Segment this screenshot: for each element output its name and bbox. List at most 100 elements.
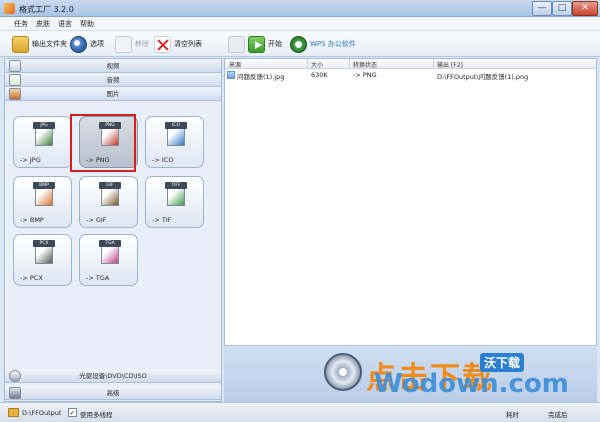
header-output[interactable]: 输出 [F2] xyxy=(437,60,463,69)
tile-label: -> JPG xyxy=(20,156,41,164)
tile-to-ico[interactable]: ICO -> ICO xyxy=(145,116,204,168)
header-status[interactable]: 转换状态 xyxy=(353,60,377,69)
tile-to-tga[interactable]: TGA -> TGA xyxy=(79,234,138,286)
video-icon xyxy=(9,60,21,72)
status-bar: D:\FFOutput ✓ 使用多线程 耗时 完成后 xyxy=(0,402,600,422)
menu-language[interactable]: 语言 xyxy=(58,19,72,29)
clear-icon xyxy=(154,35,171,53)
tile-label: -> BMP xyxy=(20,216,44,224)
tile-to-bmp[interactable]: BMP -> BMP xyxy=(13,176,72,228)
remove-icon xyxy=(115,35,132,53)
category-advanced[interactable]: 高级 xyxy=(5,386,221,400)
tile-label: -> ICO xyxy=(152,156,174,164)
elapsed-label: 耗时 xyxy=(506,411,519,419)
download-banner[interactable]: 点击下载 Wodown.com 沃下载 xyxy=(224,347,597,402)
menu-help[interactable]: 帮助 xyxy=(80,19,94,29)
disc-icon xyxy=(9,370,21,382)
column-divider[interactable] xyxy=(307,59,308,69)
pcx-file-icon: PCX xyxy=(31,240,57,266)
task-source: 问题反馈(1).jpg xyxy=(237,73,285,81)
column-divider[interactable] xyxy=(433,59,434,69)
window-title: 格式工厂 3.2.0 xyxy=(19,5,74,14)
tif-file-icon: TIFF xyxy=(163,182,189,208)
category-panel: 视频 音频 图片 光驱设备\DVD\CD\ISO 高级 xyxy=(4,58,222,402)
tile-label: -> TGA xyxy=(86,274,110,282)
wps-icon xyxy=(290,35,307,53)
folder-icon xyxy=(12,35,29,53)
format-badge: ICO xyxy=(165,122,187,129)
after-done-label[interactable]: 完成后 xyxy=(548,409,568,419)
minimize-button[interactable]: — xyxy=(532,1,552,16)
banner-logo: 沃下载 xyxy=(480,353,525,372)
header-source[interactable]: 来源 xyxy=(229,60,241,69)
tile-to-pcx[interactable]: PCX -> PCX xyxy=(13,234,72,286)
tile-to-tif[interactable]: TIFF -> TIF xyxy=(145,176,204,228)
remove-button[interactable]: 移除 xyxy=(115,34,149,54)
image-icon xyxy=(9,88,21,100)
file-picture xyxy=(167,128,185,146)
image-file-icon xyxy=(227,71,235,79)
remove-label: 移除 xyxy=(135,40,149,48)
tile-to-jpg[interactable]: JPG -> JPG xyxy=(13,116,72,168)
format-badge: TIFF xyxy=(165,182,187,189)
ico-file-icon: ICO xyxy=(163,122,189,148)
column-divider[interactable] xyxy=(349,59,350,69)
app-icon xyxy=(4,3,15,14)
gif-file-icon: GIF xyxy=(97,182,123,208)
task-size: 630K xyxy=(311,71,328,79)
bmp-file-icon: BMP xyxy=(31,182,57,208)
toolbox-icon xyxy=(9,387,21,399)
start-button[interactable]: 开始 xyxy=(248,34,282,54)
menu-task[interactable]: 任务 xyxy=(14,19,28,29)
folder-icon xyxy=(8,408,19,417)
category-audio[interactable]: 音频 xyxy=(5,73,221,87)
category-video[interactable]: 视频 xyxy=(5,59,221,73)
options-icon xyxy=(70,35,87,53)
wps-button[interactable]: WPS 办公软件 xyxy=(290,34,356,54)
file-picture xyxy=(101,246,119,264)
output-path[interactable]: D:\FFOutput xyxy=(22,409,61,417)
jpg-file-icon: JPG xyxy=(31,122,57,148)
stop-icon xyxy=(228,35,245,53)
maximize-button[interactable]: □ xyxy=(552,1,572,16)
format-badge: TGA xyxy=(99,240,121,247)
category-rom[interactable]: 光驱设备\DVD\CD\ISO xyxy=(5,369,221,383)
task-output: D:\FFOutput\问题反馈(1).png xyxy=(437,73,529,81)
wps-label: WPS 办公软件 xyxy=(310,40,356,48)
disc-logo-icon xyxy=(324,353,362,391)
format-badge: JPG xyxy=(33,122,55,129)
audio-icon xyxy=(9,74,21,86)
file-picture xyxy=(167,188,185,206)
options-label: 选项 xyxy=(90,40,104,48)
toolbar: 输出文件夹 选项 移除 清空列表 停止 开始 WPS 办公软件 xyxy=(0,31,600,57)
file-picture xyxy=(35,188,53,206)
close-button[interactable]: ✕ xyxy=(572,1,598,16)
tile-to-gif[interactable]: GIF -> GIF xyxy=(79,176,138,228)
task-row[interactable]: 问题反馈(1).jpg 630K -> PNG D:\FFOutput\问题反馈… xyxy=(225,70,596,81)
start-label: 开始 xyxy=(268,40,282,48)
clear-list-button[interactable]: 清空列表 xyxy=(154,34,202,54)
multithread-checkbox[interactable]: ✓ xyxy=(68,408,77,417)
file-picture xyxy=(35,128,53,146)
menu-bar: 任务 皮肤 语言 帮助 xyxy=(0,17,600,31)
category-advanced-label: 高级 xyxy=(106,389,120,397)
output-folder-button[interactable]: 输出文件夹 xyxy=(12,34,67,54)
format-badge: PCX xyxy=(33,240,55,247)
category-image[interactable]: 图片 xyxy=(5,87,221,101)
selection-highlight xyxy=(70,114,136,172)
tile-label: -> PCX xyxy=(20,274,43,282)
task-list[interactable]: 来源 大小 转换状态 输出 [F2] 问题反馈(1).jpg 630K -> P… xyxy=(224,58,597,346)
tile-label: -> TIF xyxy=(152,216,172,224)
menu-skin[interactable]: 皮肤 xyxy=(36,19,50,29)
format-badge: BMP xyxy=(33,182,55,189)
format-badge: GIF xyxy=(99,182,121,189)
category-rom-label: 光驱设备\DVD\CD\ISO xyxy=(79,372,147,380)
task-status: -> PNG xyxy=(353,71,377,79)
play-icon xyxy=(248,35,265,53)
tile-label: -> GIF xyxy=(86,216,107,224)
options-button[interactable]: 选项 xyxy=(70,34,104,54)
task-list-header: 来源 大小 转换状态 输出 [F2] xyxy=(225,59,596,69)
clear-list-label: 清空列表 xyxy=(174,40,202,48)
category-audio-label: 音频 xyxy=(106,76,120,84)
header-size[interactable]: 大小 xyxy=(311,60,323,69)
